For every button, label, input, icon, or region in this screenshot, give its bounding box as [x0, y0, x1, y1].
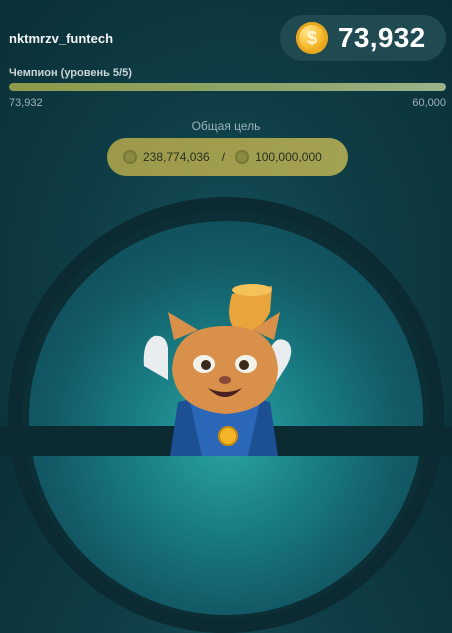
- level-label: Чемпион (уровень 5/5): [9, 67, 132, 79]
- goal-current: 238,774,036: [143, 150, 210, 164]
- coin-icon: $: [296, 22, 328, 54]
- balance-pill[interactable]: $ 73,932: [280, 15, 446, 61]
- coin-icon: [235, 150, 250, 164]
- level-progress-fill: [9, 83, 446, 91]
- level-progress-bar: [9, 83, 446, 91]
- goal-target: 100,000,000: [255, 150, 322, 164]
- cat-mascot[interactable]: [120, 282, 330, 456]
- progress-current: 73,932: [9, 97, 43, 109]
- progress-max: 60,000: [412, 97, 446, 109]
- goal-label: Общая цель: [191, 119, 261, 133]
- coin-icon: [123, 150, 137, 164]
- goal-pill: 238,774,036 / 100,000,000: [107, 138, 348, 176]
- goal-separator: /: [221, 150, 226, 164]
- balance-value: 73,932: [338, 22, 426, 53]
- username: nktmrzv_funtech: [9, 31, 114, 46]
